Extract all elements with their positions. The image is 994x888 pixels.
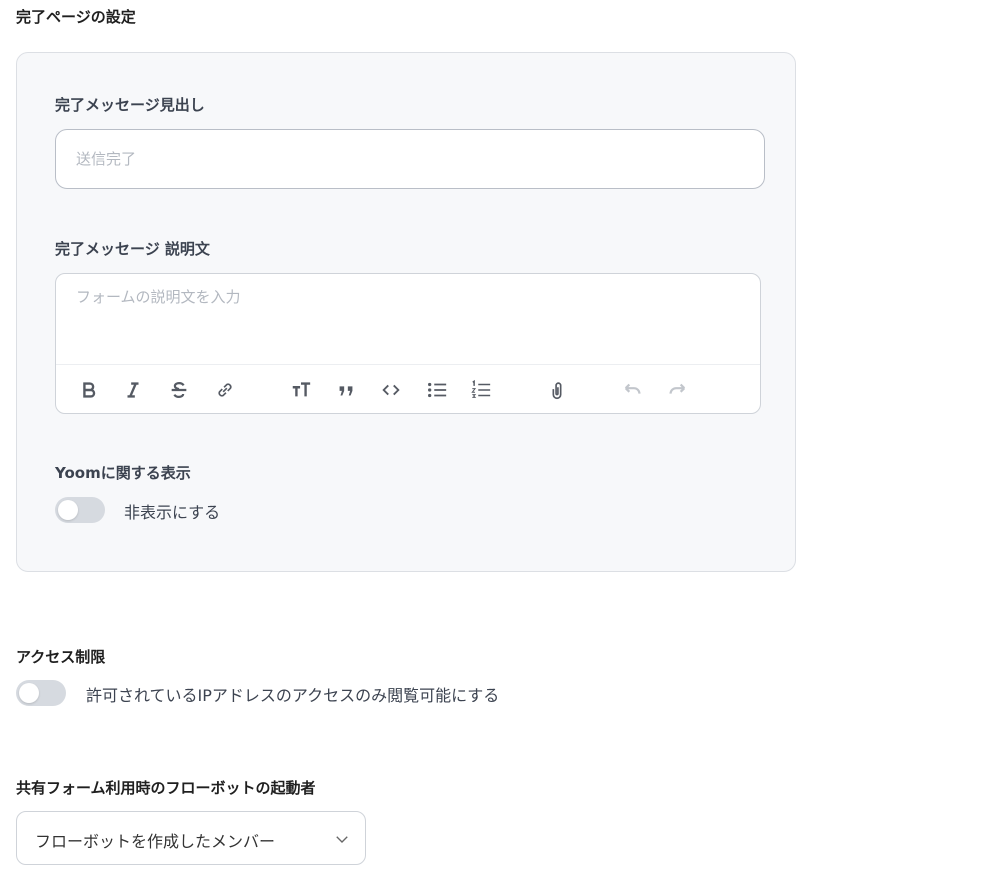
link-icon[interactable] xyxy=(210,375,240,405)
quote-icon[interactable] xyxy=(331,375,361,405)
description-editor[interactable]: フォームの説明文を入力 xyxy=(55,273,761,414)
access-restriction-toggle[interactable] xyxy=(16,680,66,706)
launcher-select-value: フローボットを作成したメンバー xyxy=(35,832,276,851)
bullet-list-icon[interactable] xyxy=(422,375,452,405)
completion-section-title: 完了ページの設定 xyxy=(16,8,136,26)
launcher-select[interactable]: フローボットを作成したメンバー xyxy=(16,811,366,865)
redo-icon[interactable] xyxy=(662,375,692,405)
chevron-down-icon xyxy=(336,836,348,843)
description-label: 完了メッセージ 説明文 xyxy=(55,240,210,258)
yoom-toggle-label: 非表示にする xyxy=(124,503,221,522)
completion-settings-panel: 完了メッセージ見出し 完了メッセージ 説明文 フォームの説明文を入力 xyxy=(16,52,796,572)
heading-label: 完了メッセージ見出し xyxy=(55,96,205,114)
heading-input[interactable] xyxy=(55,129,765,189)
strikethrough-icon[interactable] xyxy=(164,375,194,405)
yoom-display-toggle[interactable] xyxy=(55,497,105,523)
text-size-icon[interactable] xyxy=(286,375,316,405)
editor-toolbar xyxy=(56,364,760,415)
bold-icon[interactable] xyxy=(74,375,104,405)
description-input[interactable]: フォームの説明文を入力 xyxy=(56,274,760,364)
italic-icon[interactable] xyxy=(118,375,148,405)
access-section-title: アクセス制限 xyxy=(16,648,106,666)
attachment-icon[interactable] xyxy=(542,375,572,405)
code-icon[interactable] xyxy=(376,375,406,405)
yoom-display-label: Yoomに関する表示 xyxy=(55,464,191,482)
access-toggle-label: 許可されているIPアドレスのアクセスのみ閲覧可能にする xyxy=(86,686,500,705)
numbered-list-icon[interactable] xyxy=(466,375,496,405)
launcher-section-title: 共有フォーム利用時のフローボットの起動者 xyxy=(16,779,316,797)
undo-icon[interactable] xyxy=(618,375,648,405)
toggle-knob xyxy=(19,683,39,703)
toggle-knob xyxy=(58,500,78,520)
